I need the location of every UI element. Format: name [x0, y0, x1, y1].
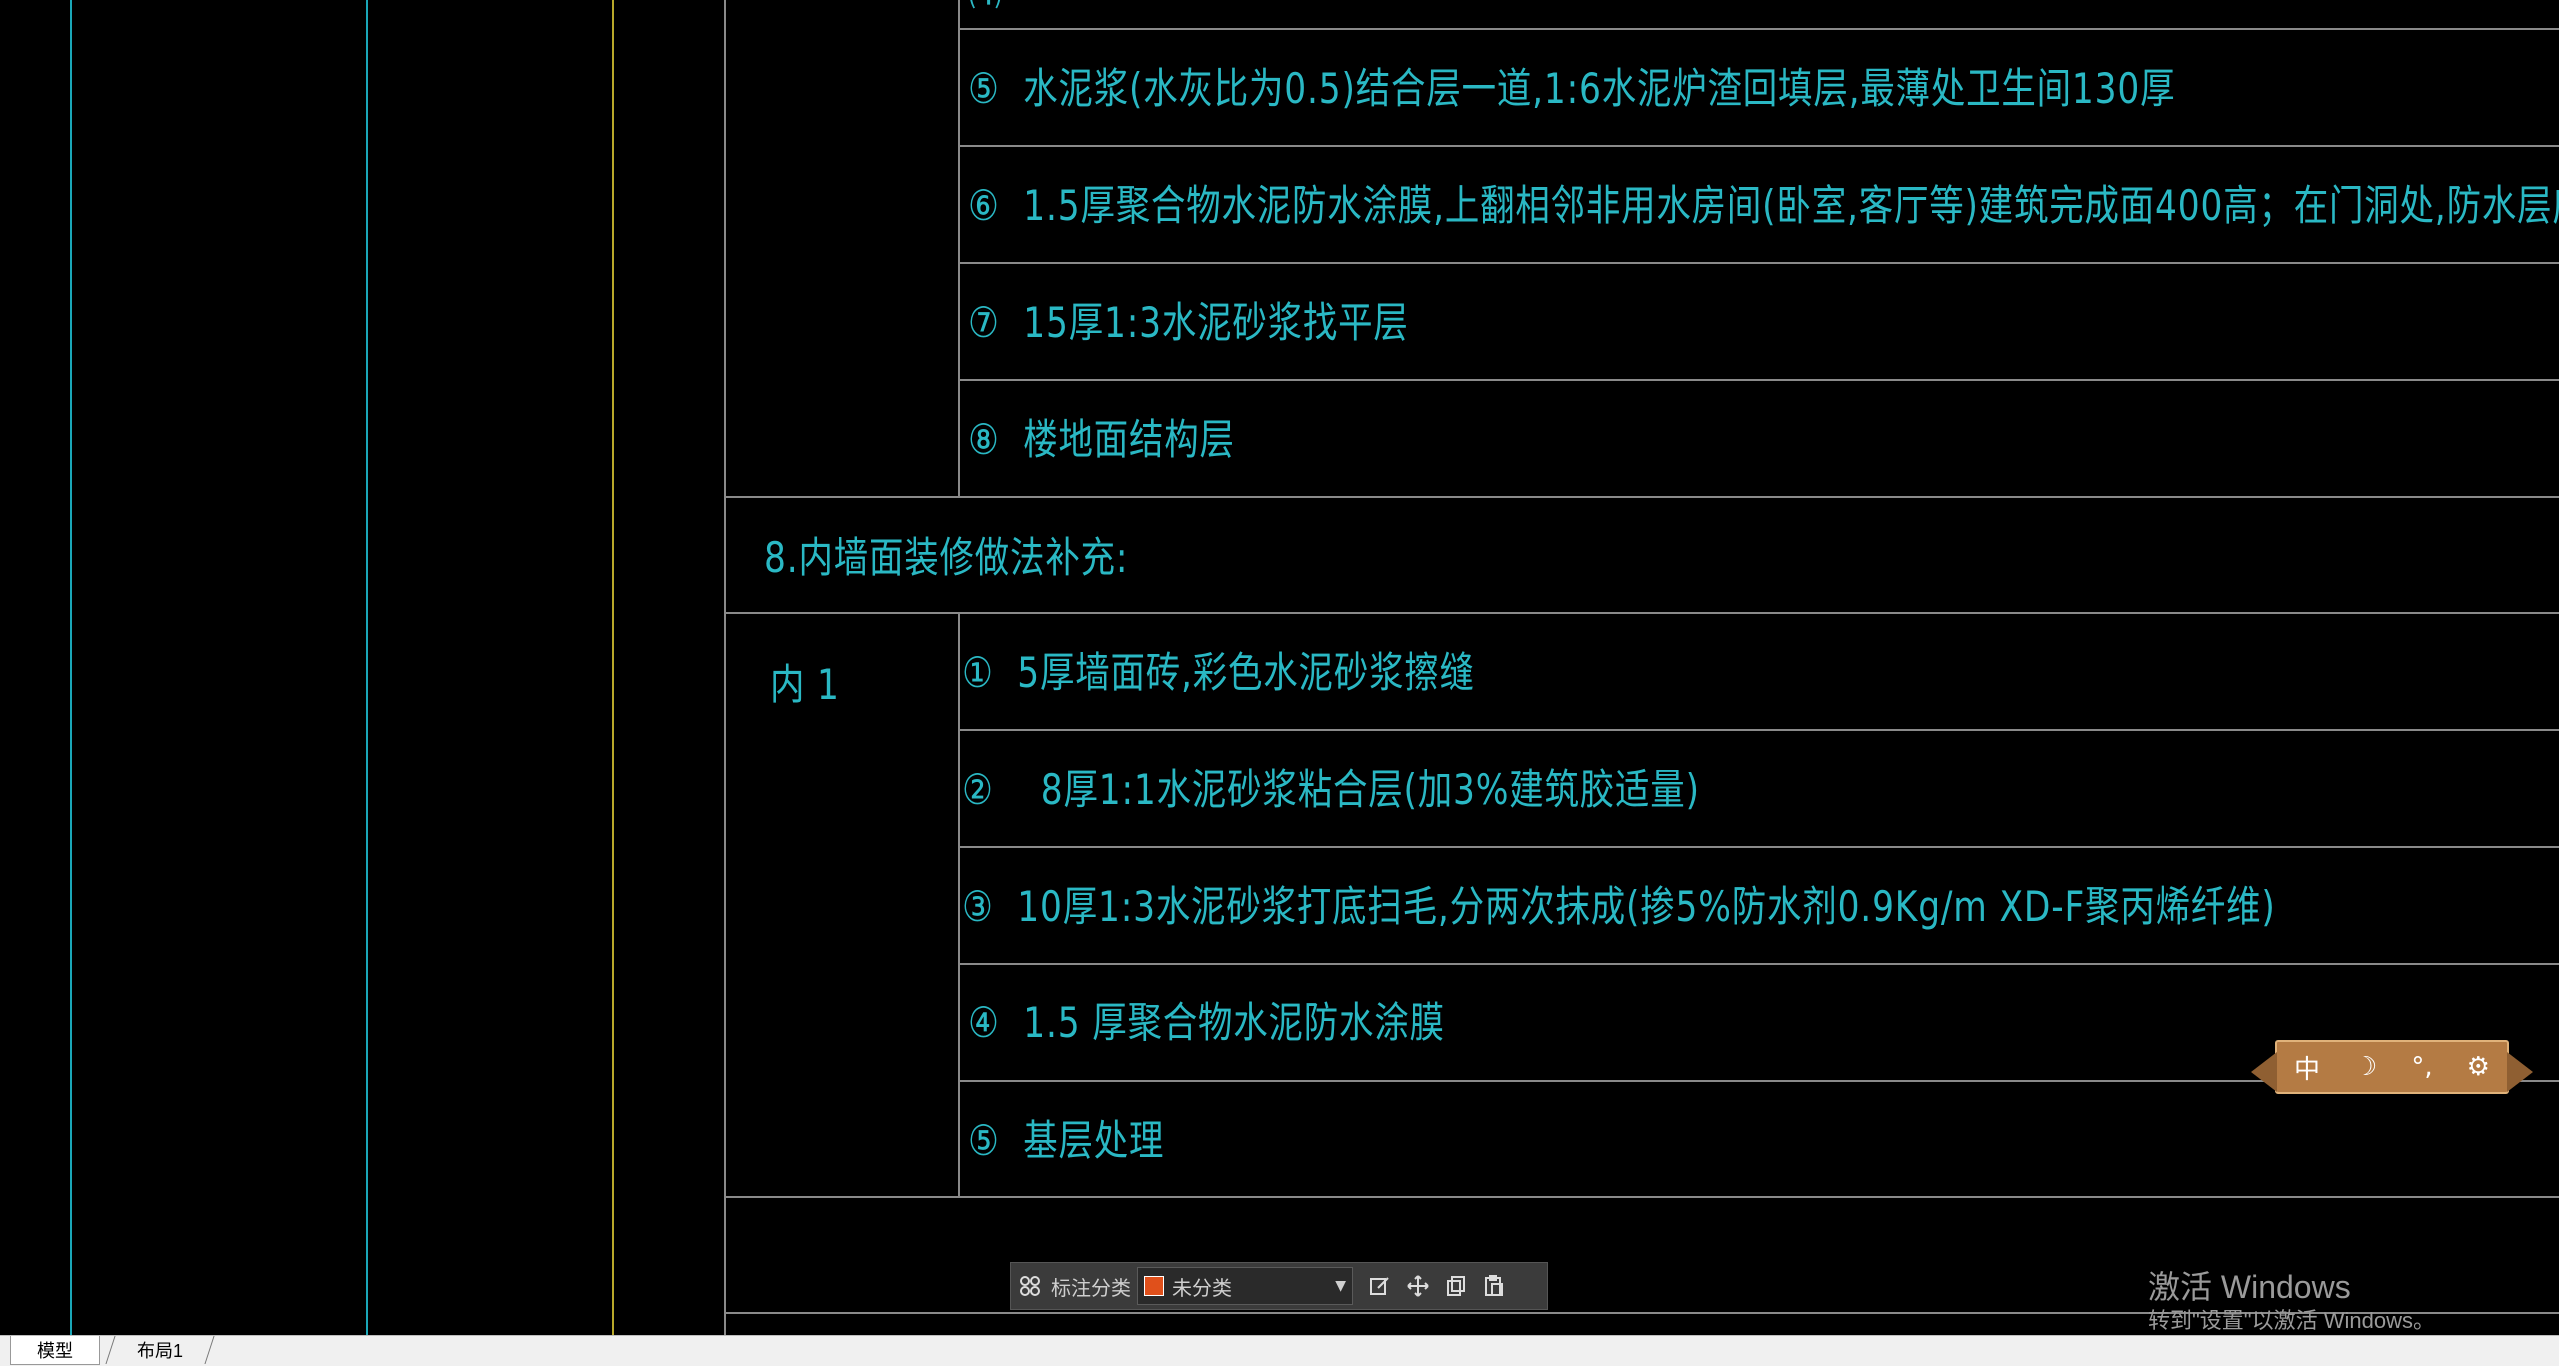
annotation-category-label: 标注分类: [1051, 1275, 1131, 1300]
edit-icon[interactable]: [1361, 1267, 1399, 1305]
row-text: 水泥浆(水灰比为0.5)结合层一道,1:6水泥炉渣回填层,最薄处卫生间130厚: [1023, 64, 2176, 113]
ime-toolbar[interactable]: 中 ☽ °, ⚙: [2251, 1040, 2533, 1094]
paste-icon[interactable]: [1475, 1267, 1513, 1305]
row-text: 1.5 厚聚合物水泥防水涂膜: [1023, 998, 1445, 1047]
category-label: 内 1: [770, 660, 840, 709]
layout-tab-bar: 模型 布局1: [0, 1335, 2559, 1366]
category-color-swatch: [1144, 1276, 1164, 1296]
tab-model[interactable]: 模型: [10, 1336, 100, 1365]
row-divider: [958, 28, 2559, 30]
section-divider: [724, 1196, 2559, 1198]
row-divider: [958, 846, 2559, 848]
section-heading: 8.内墙面装修做法补充:: [764, 533, 1129, 582]
cad-line-cyan-1: [70, 0, 72, 1335]
row-divider: [958, 262, 2559, 264]
move-icon[interactable]: [1399, 1267, 1437, 1305]
cad-row2-3: ③ 10厚1:3水泥砂浆打底扫毛,分两次抹成(掺5%防水剂0.9Kg/m XD-…: [962, 886, 2276, 928]
chevron-down-icon: ▼: [1335, 1278, 1346, 1294]
row-text: 1.5厚聚合物水泥防水涂膜,上翻相邻非用水房间(卧室,客厅等)建筑完成面400高…: [1023, 181, 2559, 230]
activation-watermark-subtitle: 转到"设置"以激活 Windows。: [2148, 1308, 2435, 1333]
partial-row-text: ⑷ ——————————: [968, 0, 1368, 12]
cad-row2-4: ④ 1.5 厚聚合物水泥防水涂膜: [968, 1002, 1445, 1044]
activation-watermark-title: 激活 Windows: [2148, 1269, 2351, 1305]
row-marker: ⑤: [968, 64, 1000, 113]
cad-row2-1: ① 5厚墙面砖,彩色水泥砂浆擦缝: [962, 652, 1475, 694]
row-marker: ③: [962, 882, 994, 931]
copy-icon[interactable]: [1437, 1267, 1475, 1305]
row-divider: [958, 379, 2559, 381]
ime-moon-icon[interactable]: ☽: [2354, 1052, 2377, 1082]
annotation-toolbar: 标注分类 未分类 ▼: [1010, 1262, 1548, 1310]
annotation-category-select[interactable]: 未分类 ▼: [1137, 1267, 1353, 1305]
ime-chinese-mode-icon[interactable]: 中: [2294, 1049, 2320, 1086]
cad-line-yellow: [612, 0, 614, 1335]
tab-label: 模型: [37, 1341, 73, 1361]
cad-row-8: ⑧ 楼地面结构层: [968, 419, 1235, 461]
cad-row2-5: ⑤ 基层处理: [968, 1120, 1164, 1162]
row-text: 15厚1:3水泥砂浆找平层: [1023, 298, 1409, 347]
row-marker: ⑦: [968, 298, 1000, 347]
section-divider: [724, 612, 2559, 614]
row-marker: ①: [962, 648, 994, 697]
table-left-border: [724, 0, 726, 1335]
row-text: 8厚1:1水泥砂浆粘合层(加3%建筑胶适量): [1040, 765, 1700, 814]
table-inner-border-bottom: [958, 612, 960, 1197]
row-marker: ②: [962, 765, 994, 814]
cad-row-6: ⑥ 1.5厚聚合物水泥防水涂膜,上翻相邻非用水房间(卧室,客厅等)建筑完成面40…: [968, 185, 2559, 227]
row-marker: ④: [968, 998, 1000, 1047]
cad-row2-2: ② 8厚1:1水泥砂浆粘合层(加3%建筑胶适量): [962, 769, 1700, 811]
row-marker: ⑥: [968, 181, 1000, 230]
row-text: 5厚墙面砖,彩色水泥砂浆擦缝: [1017, 648, 1475, 697]
row-text: 基层处理: [1023, 1116, 1165, 1165]
grid-icon[interactable]: [1011, 1267, 1049, 1305]
table-inner-border-top: [958, 0, 960, 496]
cad-line-cyan-2: [366, 0, 368, 1335]
selected-category: 未分类: [1172, 1275, 1232, 1300]
row-divider: [958, 145, 2559, 147]
row-marker: ⑧: [968, 415, 1000, 464]
cad-row-7: ⑦ 15厚1:3水泥砂浆找平层: [968, 302, 1409, 344]
row-marker: ⑤: [968, 1116, 1000, 1165]
row-text: 楼地面结构层: [1023, 415, 1235, 464]
ime-settings-icon[interactable]: ⚙: [2467, 1052, 2490, 1082]
row-divider: [958, 729, 2559, 731]
cad-row-5: ⑤ 水泥浆(水灰比为0.5)结合层一道,1:6水泥炉渣回填层,最薄处卫生间130…: [968, 68, 2175, 110]
section-divider: [724, 496, 2559, 498]
ime-punctuation-icon[interactable]: °,: [2411, 1052, 2432, 1082]
tab-layout1[interactable]: 布局1: [105, 1336, 215, 1364]
tab-label: 布局1: [137, 1341, 184, 1361]
row-text: 10厚1:3水泥砂浆打底扫毛,分两次抹成(掺5%防水剂0.9Kg/m XD-F聚…: [1017, 882, 2276, 931]
row-divider: [958, 963, 2559, 965]
